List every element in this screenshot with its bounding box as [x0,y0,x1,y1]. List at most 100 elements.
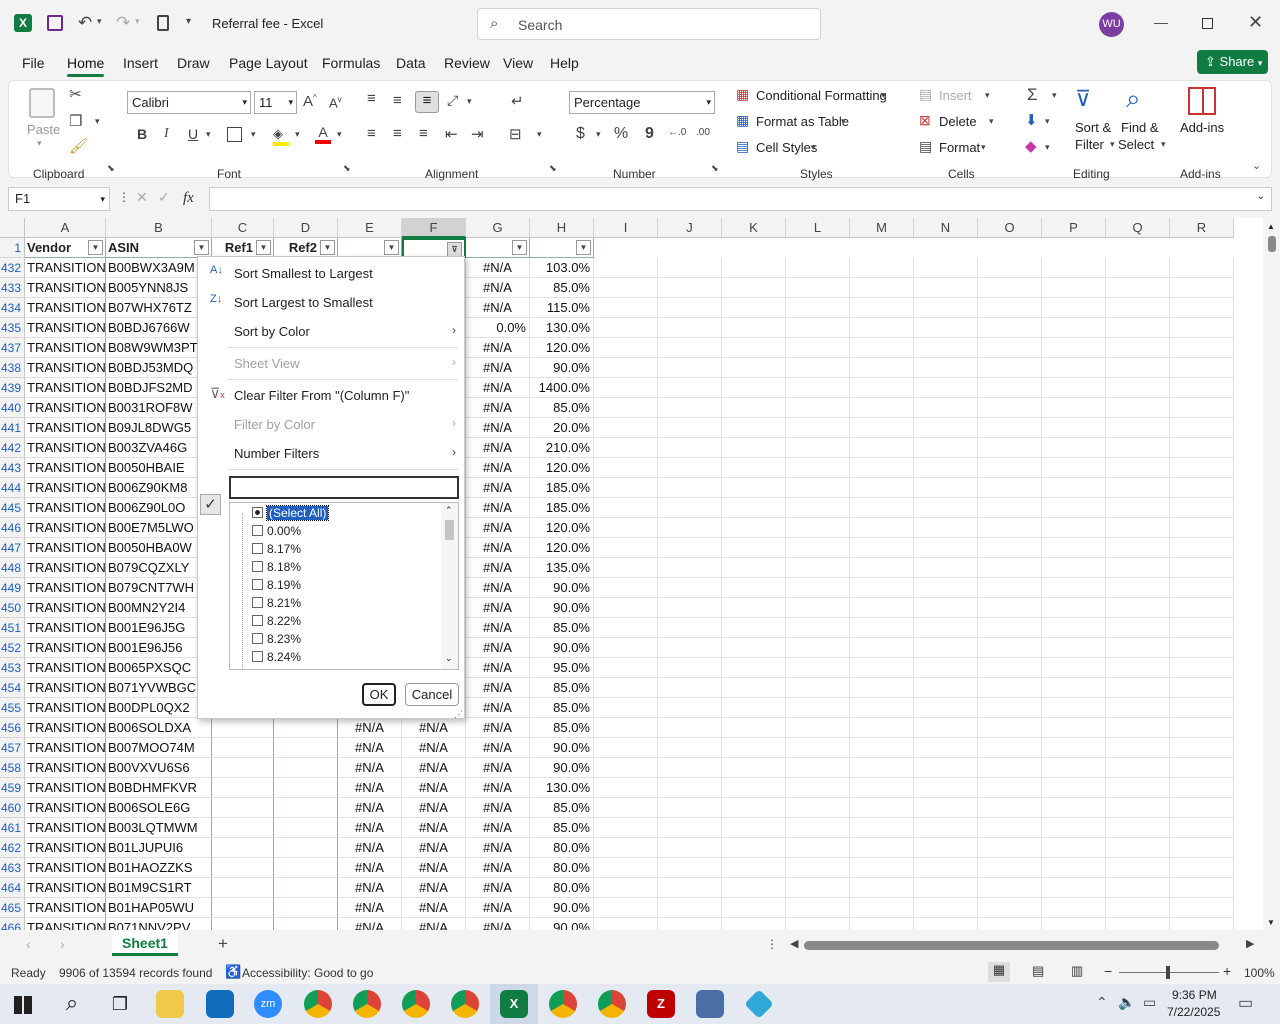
cell-e[interactable]: #N/A [338,878,402,898]
cell-r[interactable] [1170,558,1234,578]
cell-r[interactable] [1170,918,1234,930]
cell-n[interactable] [914,518,978,538]
cell-i[interactable] [594,738,658,758]
list-scrollbar[interactable]: ⌃ ⌄ [441,503,458,669]
cell-j[interactable] [658,298,722,318]
copy-icon[interactable]: ❐ [69,112,82,130]
cell-l[interactable] [786,478,850,498]
cell-g[interactable]: #N/A [466,298,530,318]
cell-e[interactable]: #N/A [338,918,402,930]
wrap-text-icon[interactable]: ↵ [511,92,524,110]
cell-d[interactable] [274,758,338,778]
horizontal-scroll-thumb[interactable] [804,941,1219,950]
align-left-icon[interactable]: ≡ [367,125,376,142]
insert-cells-icon[interactable]: ▤ [919,86,932,103]
cell-h[interactable]: 95.0% [530,658,594,678]
header-cell-a[interactable]: Vendor ▼ [25,238,106,258]
cell-j[interactable] [658,798,722,818]
cell-i[interactable] [594,578,658,598]
cell-r[interactable] [1170,638,1234,658]
tab-view[interactable]: View [503,55,533,71]
column-header-o[interactable]: O [978,218,1042,238]
cell-a[interactable]: TRANSITION [25,458,106,478]
fill-color-dropdown-icon[interactable]: ▾ [295,129,300,140]
list-item[interactable]: 8.18% [252,560,301,574]
cell-r[interactable] [1170,898,1234,918]
row-header[interactable]: 444 [0,478,25,498]
cell-p[interactable] [1042,618,1106,638]
cell-m[interactable] [850,838,914,858]
cell-h[interactable]: 85.0% [530,618,594,638]
cell-p[interactable] [1042,298,1106,318]
cell-a[interactable]: TRANSITION [25,758,106,778]
column-header-h[interactable]: H [530,218,594,238]
cell-m[interactable] [850,558,914,578]
sort-ascending-item[interactable]: Sort Smallest to Largest [234,266,373,281]
cell-f[interactable]: #N/A [402,718,466,738]
cell-h[interactable]: 90.0% [530,758,594,778]
cell-r[interactable] [1170,758,1234,778]
cell-r[interactable] [1170,358,1234,378]
cell-a[interactable]: TRANSITION [25,438,106,458]
cell-q[interactable] [1106,398,1170,418]
row-header[interactable]: 466 [0,918,25,930]
row-header[interactable]: 452 [0,638,25,658]
cell-k[interactable] [722,278,786,298]
undo-dropdown-icon[interactable]: ▾ [97,16,102,27]
cell-r[interactable] [1170,818,1234,838]
taskbar-search-icon[interactable]: ⌕ [58,990,86,1018]
column-header-q[interactable]: Q [1106,218,1170,238]
cell-i[interactable] [594,538,658,558]
sort-filter-dropdown-icon[interactable]: ▾ [1110,139,1115,150]
cell-q[interactable] [1106,638,1170,658]
cell-o[interactable] [978,478,1042,498]
cell-l[interactable] [786,438,850,458]
header-cell-c[interactable]: Ref1 ▼ [212,238,274,258]
font-color-icon[interactable]: A [315,124,331,144]
cell-p[interactable] [1042,898,1106,918]
cell-m[interactable] [850,858,914,878]
cell-r[interactable] [1170,458,1234,478]
cell-r[interactable] [1170,858,1234,878]
cell-n[interactable] [914,458,978,478]
cell-p[interactable] [1042,378,1106,398]
cell-k[interactable] [722,598,786,618]
cell-g[interactable]: #N/A [466,738,530,758]
cell-l[interactable] [786,358,850,378]
list-item-checkbox[interactable] [252,615,263,626]
cell-n[interactable] [914,678,978,698]
align-bottom-icon[interactable]: ≡ [415,91,439,113]
row-header[interactable]: 448 [0,558,25,578]
cell-q[interactable] [1106,518,1170,538]
cell-h[interactable]: 120.0% [530,338,594,358]
header-cell-h[interactable]: ▼ [530,238,594,258]
cell-n[interactable] [914,398,978,418]
cell-r[interactable] [1170,598,1234,618]
cell-m[interactable] [850,618,914,638]
cell-m[interactable] [850,778,914,798]
cell-m[interactable] [850,538,914,558]
clipboard-launcher-icon[interactable]: ⬊ [107,163,115,174]
cell-h[interactable]: 210.0% [530,438,594,458]
cell-m[interactable] [850,738,914,758]
find-select-label-1[interactable]: Find & [1121,120,1159,135]
cell-l[interactable] [786,558,850,578]
cell-q[interactable] [1106,838,1170,858]
filter-dropdown-icon[interactable]: ▼ [576,240,591,255]
italic-icon[interactable]: I [164,126,169,142]
increase-decimal-icon[interactable]: ←.0 [668,127,686,138]
cell-i[interactable] [594,318,658,338]
show-hidden-icons-icon[interactable]: ⌃ [1096,994,1108,1011]
cell-i[interactable] [594,918,658,930]
cell-g[interactable]: #N/A [466,898,530,918]
cell-b[interactable]: B006SOLE6G [106,798,212,818]
cell-m[interactable] [850,358,914,378]
cell-p[interactable] [1042,718,1106,738]
cell-n[interactable] [914,598,978,618]
orientation-icon[interactable]: ⤢ [447,92,458,109]
addins-button[interactable]: Add-ins [1180,120,1224,135]
cell-m[interactable] [850,478,914,498]
cell-d[interactable] [274,838,338,858]
cell-g[interactable]: #N/A [466,698,530,718]
cell-k[interactable] [722,578,786,598]
